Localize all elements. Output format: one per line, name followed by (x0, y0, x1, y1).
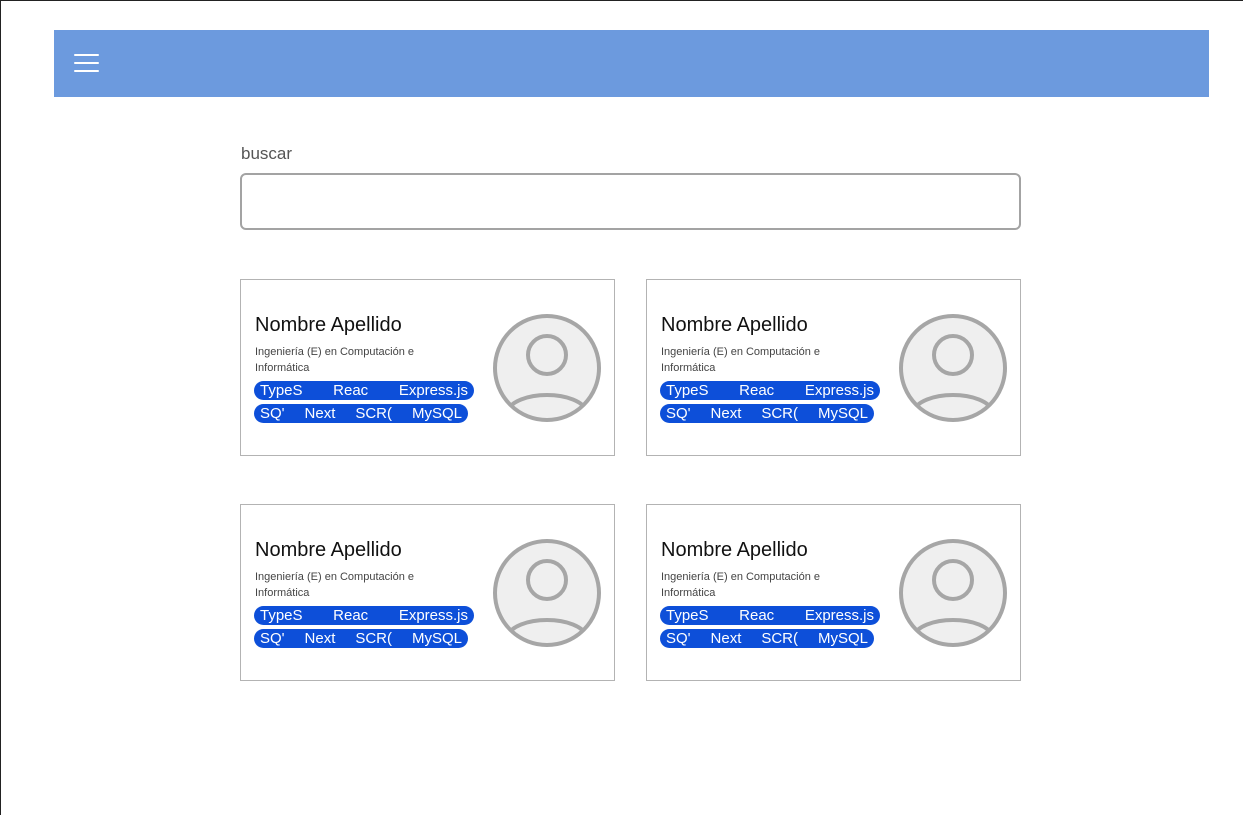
profile-card[interactable]: Nombre Apellido Ingeniería (E) en Computa… (240, 504, 615, 681)
skill-tag: Express.js (398, 607, 468, 624)
search-input[interactable] (240, 173, 1021, 230)
skill-tag: MySQL (411, 405, 462, 422)
profile-name: Nombre Apellido (661, 539, 808, 561)
skill-tag: SQ' (260, 630, 285, 647)
page-frame (0, 0, 1243, 815)
skill-tag: MySQL (411, 630, 462, 647)
profile-name: Nombre Apellido (661, 314, 808, 336)
skill-tag: SCR( (761, 630, 798, 647)
skill-tag: Reac (739, 382, 775, 399)
skill-tag: Reac (333, 382, 369, 399)
top-app-bar (54, 30, 1209, 97)
skill-tags-row: SQ' Next SCR( MySQL (254, 404, 468, 423)
skill-tags-row: TypeS Reac Express.js (660, 606, 880, 625)
skill-tag: SQ' (666, 405, 691, 422)
profile-name: Nombre Apellido (255, 314, 402, 336)
skill-tag: SCR( (761, 405, 798, 422)
profile-career: Ingeniería (E) en Computación e Informát… (255, 346, 414, 374)
skill-tag: SCR( (355, 405, 392, 422)
profile-card[interactable]: Nombre Apellido Ingeniería (E) en Computa… (240, 279, 615, 456)
skill-tag: TypeS (260, 607, 303, 624)
skill-tag: Express.js (398, 382, 468, 399)
skill-tags-row: SQ' Next SCR( MySQL (660, 629, 874, 648)
search-label: buscar (241, 144, 293, 163)
skill-tag: Next (304, 405, 336, 422)
skill-tag: TypeS (666, 382, 709, 399)
skill-tags-row: TypeS Reac Express.js (254, 381, 474, 400)
skill-tags-row: TypeS Reac Express.js (254, 606, 474, 625)
profile-career: Ingeniería (E) en Computación e Informát… (661, 346, 820, 374)
user-avatar-icon (898, 538, 1008, 648)
profile-career: Ingeniería (E) en Computación e Informát… (661, 571, 820, 599)
skill-tags-row: SQ' Next SCR( MySQL (254, 629, 468, 648)
skill-tag: MySQL (817, 630, 868, 647)
skill-tag: MySQL (817, 405, 868, 422)
skill-tag: Express.js (804, 607, 874, 624)
skill-tag: Next (710, 630, 742, 647)
skill-tag: TypeS (666, 607, 709, 624)
user-avatar-icon (898, 313, 1008, 423)
profile-name: Nombre Apellido (255, 539, 402, 561)
hamburger-menu-icon[interactable] (74, 54, 99, 74)
skill-tags-row: TypeS Reac Express.js (660, 381, 880, 400)
skill-tags-row: SQ' Next SCR( MySQL (660, 404, 874, 423)
skill-tag: SQ' (260, 405, 285, 422)
profile-card[interactable]: Nombre Apellido Ingeniería (E) en Computa… (646, 504, 1021, 681)
user-avatar-icon (492, 538, 602, 648)
skill-tag: Next (710, 405, 742, 422)
skill-tag: Reac (739, 607, 775, 624)
skill-tag: SQ' (666, 630, 691, 647)
skill-tag: Reac (333, 607, 369, 624)
skill-tag: Next (304, 630, 336, 647)
skill-tag: Express.js (804, 382, 874, 399)
user-avatar-icon (492, 313, 602, 423)
profile-card[interactable]: Nombre Apellido Ingeniería (E) en Computa… (646, 279, 1021, 456)
skill-tag: SCR( (355, 630, 392, 647)
skill-tag: TypeS (260, 382, 303, 399)
profile-career: Ingeniería (E) en Computación e Informát… (255, 571, 414, 599)
